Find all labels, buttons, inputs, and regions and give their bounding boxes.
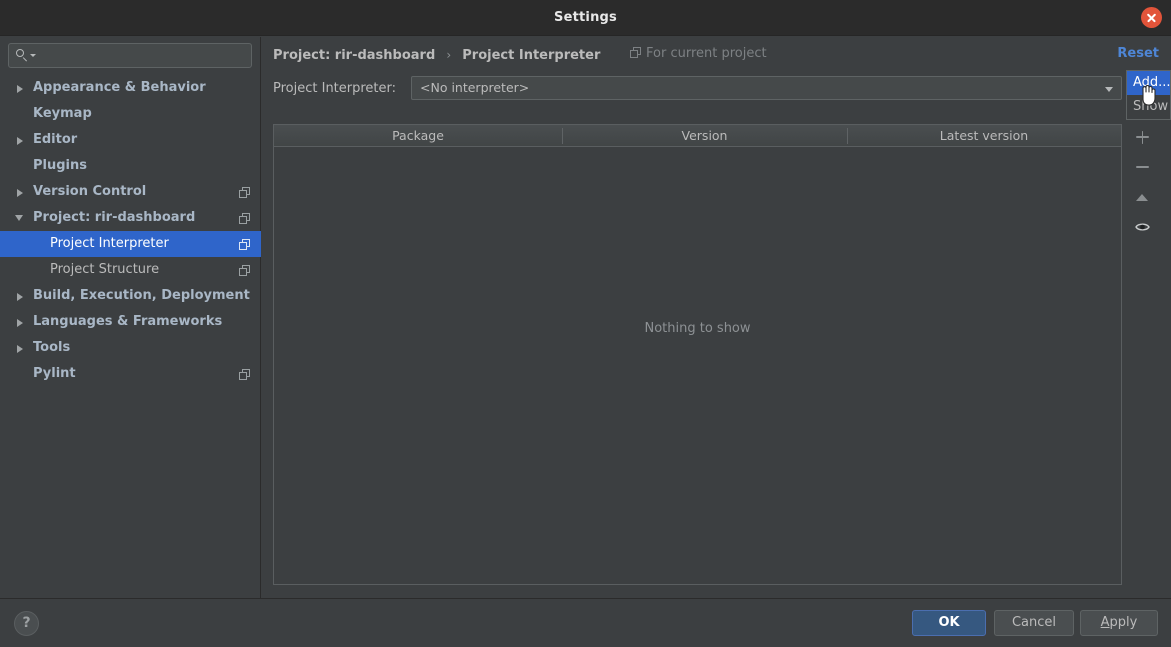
settings-sidebar: Appearance & Behavior Keymap Editor Plugins… — [0, 37, 261, 598]
sidebar-item-appearance-behavior[interactable]: Appearance & Behavior — [0, 75, 261, 101]
apply-mnemonic: A — [1100, 615, 1110, 630]
breadcrumb: Project: rir-dashboard › Project Interpr… — [273, 44, 600, 64]
sidebar-item-label: Project: rir-dashboard — [33, 210, 196, 225]
sidebar-item-label: Version Control — [33, 184, 147, 199]
sidebar-item-label: Build, Execution, Deployment — [33, 288, 250, 303]
cancel-button[interactable]: Cancel — [994, 610, 1074, 636]
column-divider[interactable] — [562, 128, 563, 144]
for-current-project-label: For current project — [646, 46, 767, 61]
sidebar-item-project-interpreter[interactable]: Project Interpreter — [0, 231, 261, 257]
sidebar-item-plugins[interactable]: Plugins — [0, 153, 261, 179]
triangle-right-icon[interactable] — [17, 318, 23, 327]
sidebar-item-label: Editor — [33, 132, 78, 147]
triangle-right-icon[interactable] — [17, 188, 23, 197]
add-package-button[interactable] — [1128, 124, 1157, 150]
sidebar-item-project-structure[interactable]: Project Structure — [0, 257, 261, 283]
chevron-down-icon — [1105, 87, 1113, 92]
sidebar-item-label: Keymap — [33, 106, 92, 121]
sidebar-item-label: Project Interpreter — [50, 236, 169, 251]
settings-tree: Appearance & Behavior Keymap Editor Plugins… — [0, 75, 261, 387]
search-box[interactable] — [8, 43, 252, 68]
packages-table: Package Version Latest version Nothing to … — [273, 124, 1122, 585]
packages-toolbar — [1128, 124, 1157, 585]
empty-state-message: Nothing to show — [644, 321, 751, 336]
breadcrumb-separator: › — [446, 48, 452, 62]
sidebar-item-keymap[interactable]: Keymap — [0, 101, 261, 127]
triangle-right-icon[interactable] — [17, 84, 23, 93]
main-panel: Project: rir-dashboard › Project Interpr… — [262, 37, 1171, 598]
dialog-footer: ? OK Cancel Apply — [0, 598, 1171, 647]
sidebar-item-label: Plugins — [33, 158, 87, 173]
sidebar-item-editor[interactable]: Editor — [0, 127, 261, 153]
table-body: Nothing to show — [274, 147, 1121, 584]
module-icon — [239, 239, 250, 250]
menu-item-add[interactable]: Add... — [1127, 71, 1171, 95]
module-icon — [239, 187, 250, 198]
sidebar-item-label: Project Structure — [50, 262, 160, 277]
upgrade-package-button[interactable] — [1128, 184, 1157, 210]
module-icon — [239, 265, 250, 276]
up-triangle-icon — [1136, 194, 1148, 201]
remove-package-button[interactable] — [1128, 154, 1157, 180]
settings-dialog: Settings Appearance & Behavior Keymap Edit… — [0, 0, 1171, 647]
interpreter-label: Project Interpreter: — [273, 81, 397, 96]
window-title: Settings — [554, 10, 617, 25]
for-current-project-note: For current project — [630, 44, 767, 64]
title-bar: Settings — [0, 0, 1171, 36]
module-icon — [630, 47, 641, 58]
help-button[interactable]: ? — [14, 611, 39, 636]
interpreter-actions-popup: Add... Show — [1126, 70, 1171, 120]
ok-button[interactable]: OK — [912, 610, 986, 636]
triangle-right-icon[interactable] — [17, 136, 23, 145]
search-field-wrapper — [8, 43, 252, 68]
sidebar-item-label: Languages & Frameworks — [33, 314, 223, 329]
column-header-package[interactable]: Package — [274, 125, 562, 146]
triangle-right-icon[interactable] — [17, 344, 23, 353]
interpreter-value: <No interpreter> — [420, 80, 530, 95]
column-header-latest-version[interactable]: Latest version — [847, 125, 1121, 146]
sidebar-item-version-control[interactable]: Version Control — [0, 179, 261, 205]
triangle-down-icon[interactable] — [15, 214, 23, 221]
apply-button[interactable]: Apply — [1080, 610, 1158, 636]
column-header-version[interactable]: Version — [562, 125, 847, 146]
search-icon — [16, 49, 29, 62]
table-header-row: Package Version Latest version — [274, 125, 1121, 147]
menu-item-show[interactable]: Show — [1127, 95, 1170, 119]
sidebar-item-label: Appearance & Behavior — [33, 80, 206, 95]
interpreter-combobox[interactable]: <No interpreter> — [411, 76, 1122, 100]
sidebar-item-project-rir-dashboard[interactable]: Project: rir-dashboard — [0, 205, 261, 231]
eye-icon — [1135, 223, 1150, 231]
search-input[interactable] — [39, 46, 247, 65]
triangle-right-icon[interactable] — [17, 292, 23, 301]
breadcrumb-item-project[interactable]: Project: rir-dashboard — [273, 48, 435, 63]
chevron-down-icon — [30, 54, 36, 57]
close-icon[interactable] — [1141, 7, 1162, 28]
module-icon — [239, 369, 250, 380]
module-icon — [239, 213, 250, 224]
breadcrumb-item-interpreter[interactable]: Project Interpreter — [462, 48, 600, 63]
sidebar-item-build-execution-deployment[interactable]: Build, Execution, Deployment — [0, 283, 261, 309]
sidebar-item-label: Pylint — [33, 366, 76, 381]
show-early-releases-button[interactable] — [1128, 214, 1157, 240]
sidebar-item-label: Tools — [33, 340, 71, 355]
sidebar-item-tools[interactable]: Tools — [0, 335, 261, 361]
sidebar-item-pylint[interactable]: Pylint — [0, 361, 261, 387]
column-divider[interactable] — [847, 128, 848, 144]
reset-link[interactable]: Reset — [1117, 44, 1159, 64]
apply-button-rest: pply — [1109, 615, 1138, 630]
sidebar-item-languages-frameworks[interactable]: Languages & Frameworks — [0, 309, 261, 335]
